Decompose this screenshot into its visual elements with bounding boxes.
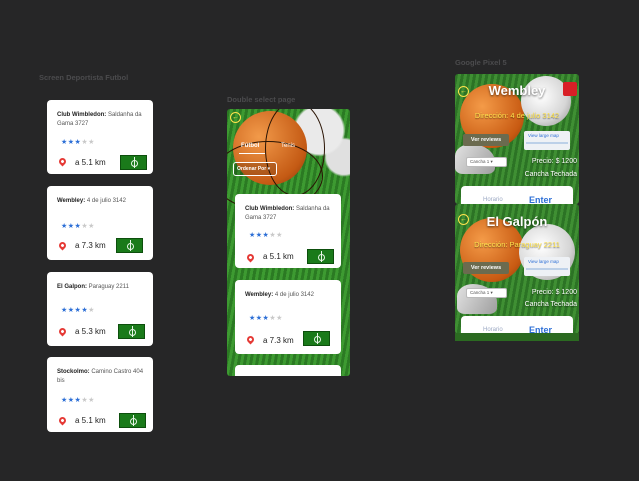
venue-name: Wembley: (245, 292, 274, 298)
venue-address: Paraguay 2211 (87, 284, 129, 290)
location-pin-icon (57, 240, 68, 251)
enter-button[interactable]: Enter (529, 195, 552, 204)
venue-card-title: Wembley: 4 de julio 3142 (245, 291, 333, 300)
screen-footer-strip (455, 333, 579, 341)
location-pin-icon (57, 326, 68, 337)
venue-card-club-wimbledon[interactable]: Club Wimbledon: Saldanha da Gama 3727 ★★… (235, 194, 341, 268)
court-type-text: Cancha Techada (524, 171, 577, 178)
soccer-field-icon (307, 249, 334, 264)
venue-title: El Galpón (486, 214, 548, 229)
star-icon: ★★★★ (61, 307, 89, 314)
venue-distance: a 7.3 km (75, 241, 106, 250)
venue-card-el-galpon[interactable]: El Galpon: Paraguay 2211 ★★★★★ a 5.3 km (47, 272, 153, 346)
frame-label-google-pixel: Google Pixel 5 (455, 58, 507, 67)
star-rating: ★★★★★ (249, 231, 283, 239)
venue-distance: a 5.1 km (263, 252, 294, 261)
soccer-field-icon (119, 413, 146, 428)
venue-name: Club Wimbledon: (245, 206, 295, 212)
venue-detail-screen-el-galpon: ← El Galpón Dirección: Paraguay 2211 Ver… (455, 204, 579, 334)
soccer-field-icon (116, 238, 143, 253)
venue-distance: a 5.3 km (75, 327, 106, 336)
star-icon: ★★★ (61, 397, 82, 404)
schedule-card[interactable]: Horario Enter (461, 316, 573, 334)
venue-card-title: Wembley: 4 de julio 3142 (57, 197, 145, 206)
venue-card-title: Stockolmo: Camino Castro 404 bis (57, 368, 145, 386)
view-large-map-link[interactable]: View large map (528, 259, 559, 264)
location-pin-icon (57, 415, 68, 426)
reviews-button[interactable]: Ver reviews (463, 134, 509, 146)
soccer-field-icon (120, 155, 147, 170)
star-half-icon: ★ (88, 307, 95, 314)
frame-label-double-select: Double select page (227, 95, 296, 104)
location-pin-icon (245, 334, 256, 345)
star-empty-icon: ★★ (81, 223, 95, 230)
star-icon: ★★★ (61, 139, 82, 146)
venue-card-title: Club Wimbledon: Saldanha da Gama 3727 (245, 205, 333, 223)
star-rating: ★★★★★ (61, 222, 95, 230)
court-select-value: Cancha 1 (470, 159, 490, 164)
venue-name: Stockolmo: (57, 369, 90, 375)
court-type-text: Cancha Techada (524, 301, 577, 308)
star-empty-icon: ★★ (81, 139, 95, 146)
tab-futbol[interactable]: Fútbol (241, 143, 259, 149)
back-arrow-icon[interactable]: ← (230, 112, 241, 123)
star-icon: ★★★ (249, 315, 270, 322)
venue-distance: a 5.1 km (75, 158, 106, 167)
sort-by-select[interactable]: Ordenar Por ▾ (233, 162, 277, 176)
star-rating: ★★★★★ (61, 396, 95, 404)
court-select[interactable]: Cancha 1 ▾ (466, 288, 507, 298)
venue-card-title: Club Wimbledon: Saldanha da Gama 3727 (57, 111, 145, 129)
venue-card-wembley[interactable]: Wembley: 4 de julio 3142 ★★★★★ a 7.3 km (47, 186, 153, 260)
star-rating: ★★★★★ (61, 306, 95, 314)
venue-detail-screen-wembley: ← Wembley Dirección: 4 de julio 3142 Ver… (455, 74, 579, 204)
venue-title: Wembley (488, 83, 546, 98)
venue-address: 4 de julio 3142 (273, 292, 314, 298)
star-rating: ★★★★★ (61, 138, 95, 146)
schedule-label: Horario (483, 197, 503, 203)
venue-name: Club Wimbledon: (57, 112, 107, 118)
venue-card-wembley[interactable]: Wembley: 4 de julio 3142 ★★★★★ a 7.3 km (235, 280, 341, 354)
venue-address: Dirección: 4 de julio 3142 (474, 111, 560, 120)
map-thumbnail[interactable]: View large map (524, 257, 570, 276)
star-rating: ★★★★★ (249, 314, 283, 322)
schedule-card[interactable]: Horario Enter (461, 186, 573, 204)
map-thumbnail[interactable]: View large map (524, 131, 570, 150)
star-empty-icon: ★★ (269, 232, 283, 239)
reviews-button[interactable]: Ver reviews (463, 262, 509, 274)
location-pin-icon (57, 156, 68, 167)
view-large-map-link[interactable]: View large map (528, 133, 559, 138)
venue-card-partial[interactable] (235, 365, 341, 376)
soccer-field-icon (303, 331, 330, 346)
star-icon: ★★★ (61, 223, 82, 230)
venue-card-stockolmo[interactable]: Stockolmo: Camino Castro 404 bis ★★★★★ a… (47, 357, 153, 432)
sort-by-label: Ordenar Por (237, 166, 267, 172)
venue-name: El Galpon: (57, 284, 87, 290)
tab-tenis[interactable]: Tenis (281, 143, 295, 149)
price-text: Precio: $ 1200 (531, 158, 577, 165)
court-select-value: Cancha 1 (470, 290, 490, 295)
venue-distance: a 5.1 km (75, 416, 106, 425)
venue-name: Wembley: (57, 198, 86, 204)
venue-distance: a 7.3 km (263, 336, 294, 345)
star-empty-icon: ★★ (269, 315, 283, 322)
tab-active-indicator (239, 153, 265, 154)
soccer-field-icon (118, 324, 145, 339)
court-select[interactable]: Cancha 1 ▾ (466, 157, 507, 167)
double-select-screen: ← Fútbol Tenis Ordenar Por ▾ Club Wimble… (227, 109, 350, 376)
venue-address: Dirección: Paraguay 2211 (474, 240, 560, 249)
venue-address: 4 de julio 3142 (85, 198, 126, 204)
star-icon: ★★★ (249, 232, 270, 239)
frame-label-screen-deportista: Screen Deportista Futbol (39, 73, 129, 82)
price-text: Precio: $ 1200 (531, 289, 577, 296)
venue-card-title: El Galpon: Paraguay 2211 (57, 283, 145, 292)
venue-card-club-wimbledon[interactable]: Club Wimbledon: Saldanha da Gama 3727 ★★… (47, 100, 153, 174)
star-empty-icon: ★★ (81, 397, 95, 404)
location-pin-icon (245, 252, 256, 263)
chevron-down-icon: ▾ (267, 166, 271, 172)
